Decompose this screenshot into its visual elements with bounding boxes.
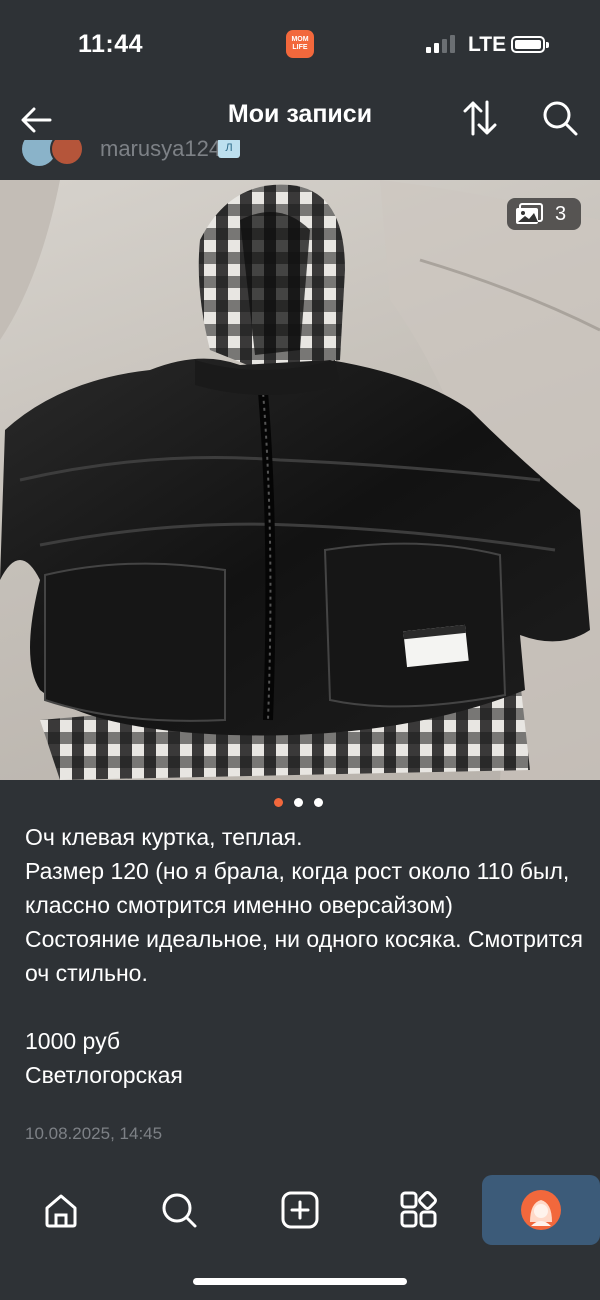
profile-avatar-icon [521, 1190, 561, 1230]
post-author-row[interactable]: marusya124 Л [0, 140, 600, 180]
page-title: Мои записи [227, 100, 373, 128]
photo-pagination [274, 798, 334, 810]
tab-search[interactable] [120, 1175, 238, 1245]
add-post-icon [281, 1191, 319, 1229]
status-time: 11:44 [78, 30, 144, 58]
sort-arrows-icon[interactable] [462, 98, 498, 138]
search-icon [162, 1193, 197, 1228]
home-icon [45, 1194, 77, 1228]
search-icon[interactable] [540, 98, 580, 138]
post-photo[interactable] [0, 180, 600, 780]
pagination-dot-active[interactable] [274, 798, 283, 807]
pagination-dot[interactable] [294, 798, 303, 807]
home-indicator[interactable] [193, 1278, 407, 1285]
gallery-icon [516, 203, 543, 224]
post-description: Оч клевая куртка, теплая. Размер 120 (но… [25, 824, 583, 1088]
status-bar: 11:44 MOM LIFE LTE [0, 0, 600, 90]
signal-strength-icon [426, 35, 455, 53]
battery-icon [511, 36, 549, 53]
photo-counter-value: 3 [555, 202, 567, 225]
avatar[interactable] [50, 140, 84, 166]
mom-life-app-icon: MOM LIFE [286, 30, 314, 58]
bottom-tab-bar [0, 1175, 600, 1250]
tab-home[interactable] [2, 1175, 120, 1245]
tab-apps[interactable] [360, 1175, 478, 1245]
photo-counter-badge[interactable]: 3 [507, 198, 581, 230]
carrier-label: LTE [468, 33, 507, 56]
pagination-dot[interactable] [314, 798, 323, 807]
author-name[interactable]: marusya124 [100, 140, 221, 162]
tab-profile[interactable] [482, 1175, 600, 1245]
post-date: 10.08.2025, 14:45 [25, 1124, 163, 1143]
tab-add-post[interactable] [241, 1175, 359, 1245]
author-badge: Л [218, 140, 240, 158]
apps-icon [400, 1191, 437, 1228]
jacket-photo-illustration [0, 180, 600, 780]
